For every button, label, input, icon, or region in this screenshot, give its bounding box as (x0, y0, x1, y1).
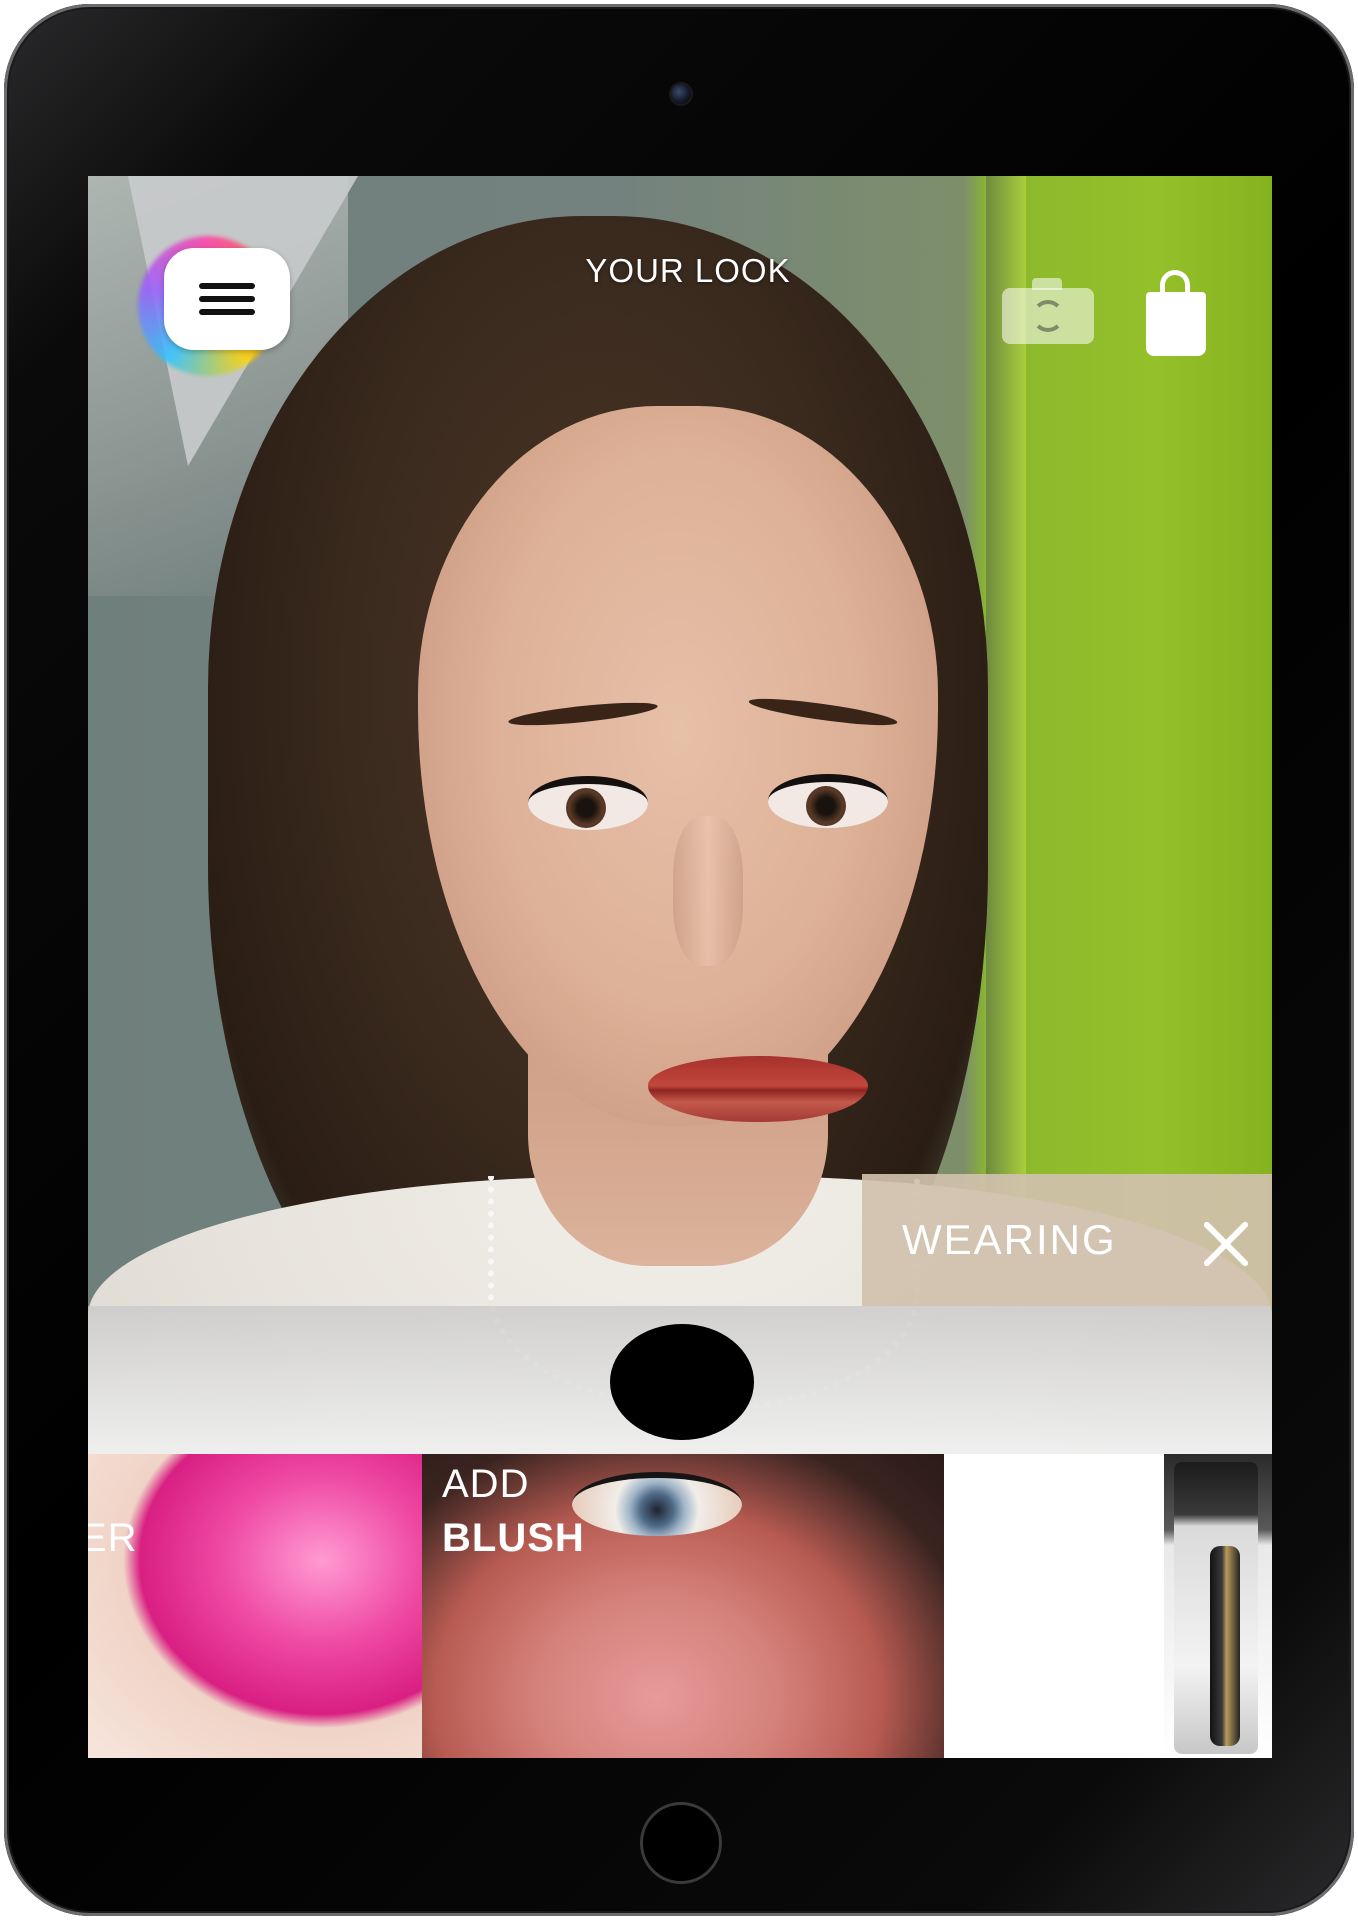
product-carousel[interactable]: ER ADD BLUSH (88, 1454, 1272, 1758)
carousel-tile-lips[interactable]: ER (88, 1454, 422, 1758)
page-title: YOUR LOOK (585, 252, 791, 289)
subject-right-eye (768, 774, 888, 828)
app-screen: YOUR LOOK WEARING ER ADD BLUSH (88, 176, 1272, 1758)
carousel-tile-mascara[interactable] (1164, 1454, 1272, 1758)
close-icon[interactable] (1198, 1216, 1254, 1272)
shopping-bag-icon[interactable] (1146, 270, 1206, 356)
refresh-cycle-icon (1032, 300, 1064, 332)
home-button[interactable] (640, 1802, 722, 1884)
shutter-button[interactable] (610, 1324, 754, 1440)
carousel-tile-blank[interactable] (944, 1454, 1164, 1758)
carousel-tile-blush[interactable]: ADD BLUSH (422, 1454, 944, 1758)
menu-button[interactable] (164, 248, 290, 350)
front-camera-lens (671, 84, 691, 104)
wearing-label: WEARING (902, 1216, 1117, 1263)
tile-label: ER (88, 1516, 138, 1560)
tablet-device-frame: YOUR LOOK WEARING ER ADD BLUSH (4, 4, 1354, 1916)
mascara-tube (1210, 1546, 1240, 1746)
tile-eye-image (572, 1472, 742, 1536)
tile-label-main: BLUSH (442, 1516, 585, 1560)
mascara-package-image (1174, 1462, 1258, 1754)
camera-switch-icon[interactable] (1002, 278, 1094, 344)
hamburger-menu-icon (199, 276, 255, 322)
tile-label-top: ADD (442, 1462, 530, 1506)
subject-nose (673, 816, 743, 966)
subject-left-eye (528, 776, 648, 830)
